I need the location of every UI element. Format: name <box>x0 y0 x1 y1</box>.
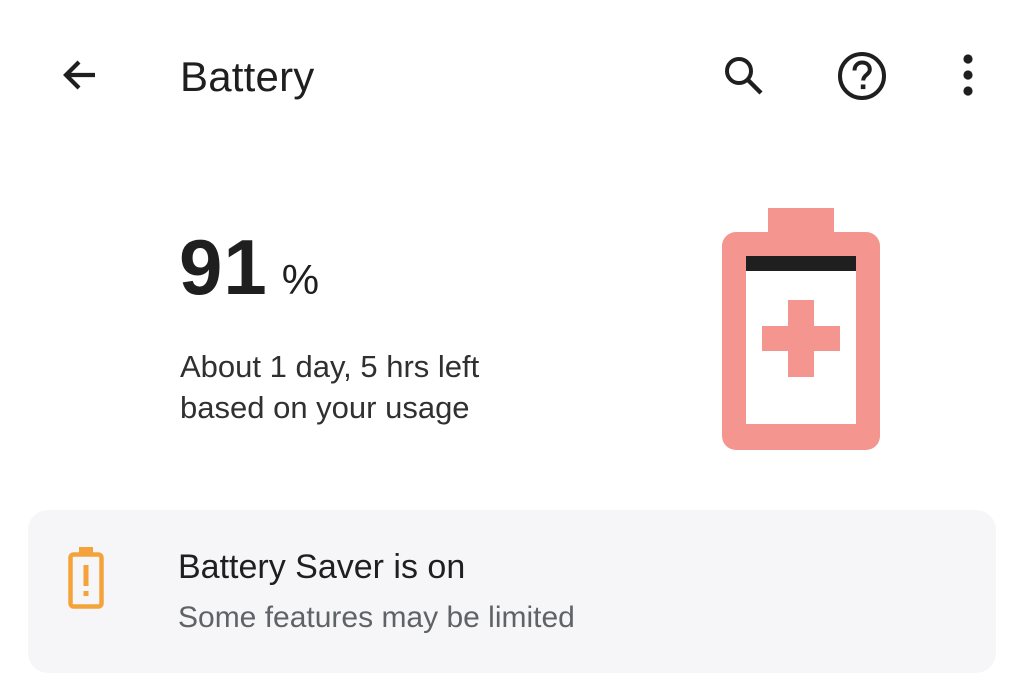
battery-saver-title: Battery Saver is on <box>178 548 466 586</box>
battery-estimate-line2: based on your usage <box>180 390 470 425</box>
more-options-button[interactable] <box>936 43 1000 107</box>
search-button[interactable] <box>711 43 775 107</box>
help-button[interactable] <box>830 44 894 108</box>
page-title: Battery <box>180 53 315 100</box>
battery-estimate-line1: About 1 day, 5 hrs left <box>180 349 480 384</box>
battery-saver-subtitle: Some features may be limited <box>178 601 575 634</box>
battery-level: 91 % <box>179 220 319 314</box>
battery-estimate: About 1 day, 5 hrs left based on your us… <box>180 346 479 428</box>
battery-alert-icon <box>68 547 104 609</box>
arrow-back-icon <box>63 60 95 90</box>
battery-saver-card[interactable]: Battery Saver is on Some features may be… <box>28 510 996 673</box>
battery-level-value: 91 <box>179 223 268 311</box>
search-icon <box>725 57 763 95</box>
battery-saver-plus-icon <box>722 208 880 450</box>
back-button[interactable] <box>47 43 111 107</box>
battery-level-unit: % <box>281 256 320 303</box>
more-vert-icon <box>963 54 973 96</box>
help-icon <box>838 52 886 100</box>
battery-settings-screen: Battery 91 % About 1 day, 5 hrs left bas… <box>0 0 1024 683</box>
